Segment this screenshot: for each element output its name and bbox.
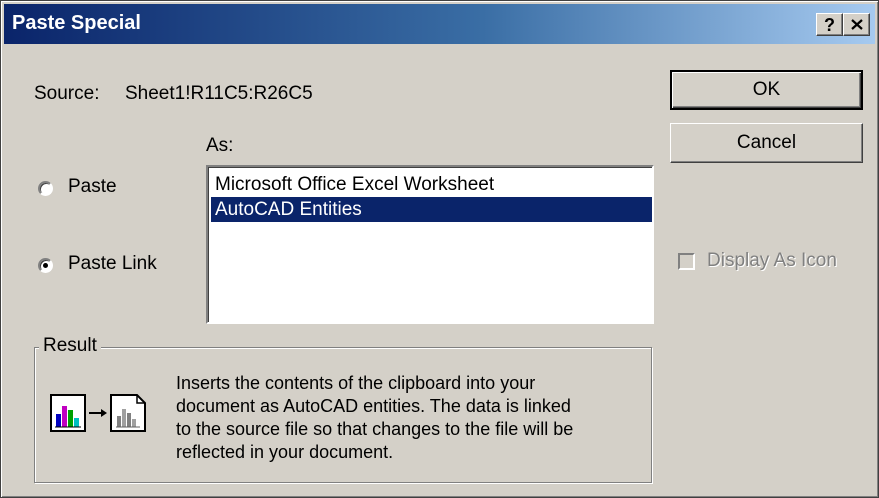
close-button[interactable] <box>843 13 870 36</box>
source-value: Sheet1!R11C5:R26C5 <box>125 83 313 104</box>
result-line: document as AutoCAD entities. The data i… <box>176 396 571 416</box>
result-label: Result <box>39 335 101 357</box>
display-as-icon-label[interactable]: Display As Icon <box>707 250 837 272</box>
help-button[interactable]: ? <box>816 13 843 36</box>
cancel-button[interactable]: Cancel <box>670 123 863 163</box>
paste-link-chart-icon <box>49 392 159 439</box>
paste-link-radio[interactable] <box>38 258 53 273</box>
paste-link-radio-label[interactable]: Paste Link <box>68 253 157 275</box>
window-title: Paste Special <box>12 12 141 34</box>
paste-special-dialog: Paste Special ? Source: Sheet1!R11C5:R26… <box>0 0 879 498</box>
list-item[interactable]: Microsoft Office Excel Worksheet <box>211 172 652 197</box>
paste-radio[interactable] <box>38 181 53 196</box>
list-item-selected[interactable]: AutoCAD Entities <box>211 197 652 222</box>
close-icon <box>850 19 863 30</box>
result-description: Inserts the contents of the clipboard in… <box>176 372 646 464</box>
result-line: to the source file so that changes to th… <box>176 419 574 439</box>
result-line: Inserts the contents of the clipboard in… <box>176 373 536 393</box>
source-label: Source: <box>34 83 100 104</box>
display-as-icon-checkbox[interactable] <box>678 253 695 270</box>
as-format-listbox[interactable]: Microsoft Office Excel Worksheet AutoCAD… <box>206 165 654 324</box>
ok-button[interactable]: OK <box>670 70 863 110</box>
title-bar[interactable]: Paste Special ? <box>4 4 875 44</box>
result-line: reflected in your document. <box>176 442 394 462</box>
paste-radio-label[interactable]: Paste <box>68 176 117 198</box>
radio-selected-dot <box>43 263 48 268</box>
as-label: As: <box>206 135 234 156</box>
